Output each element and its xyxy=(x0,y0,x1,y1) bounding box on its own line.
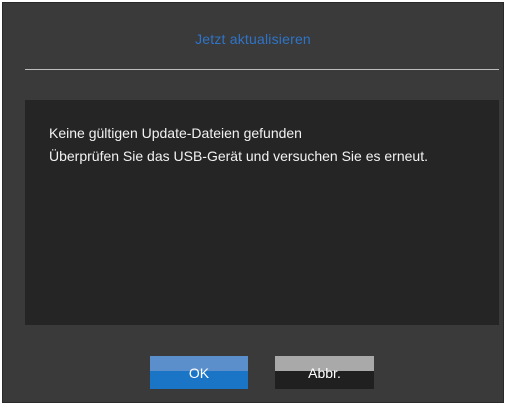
cancel-button[interactable]: Abbr. xyxy=(275,356,374,389)
message-panel: Keine gültigen Update-Dateien gefunden Ü… xyxy=(25,100,499,325)
ok-button[interactable]: OK xyxy=(150,356,248,389)
update-dialog: Jetzt aktualisieren Keine gültigen Updat… xyxy=(2,2,504,403)
title-divider xyxy=(25,69,499,70)
message-line-no-update-files: Keine gültigen Update-Dateien gefunden xyxy=(49,125,302,141)
message-line-check-usb: Überprüfen Sie das USB-Gerät und versuch… xyxy=(49,148,428,164)
dialog-title: Jetzt aktualisieren xyxy=(195,31,311,47)
